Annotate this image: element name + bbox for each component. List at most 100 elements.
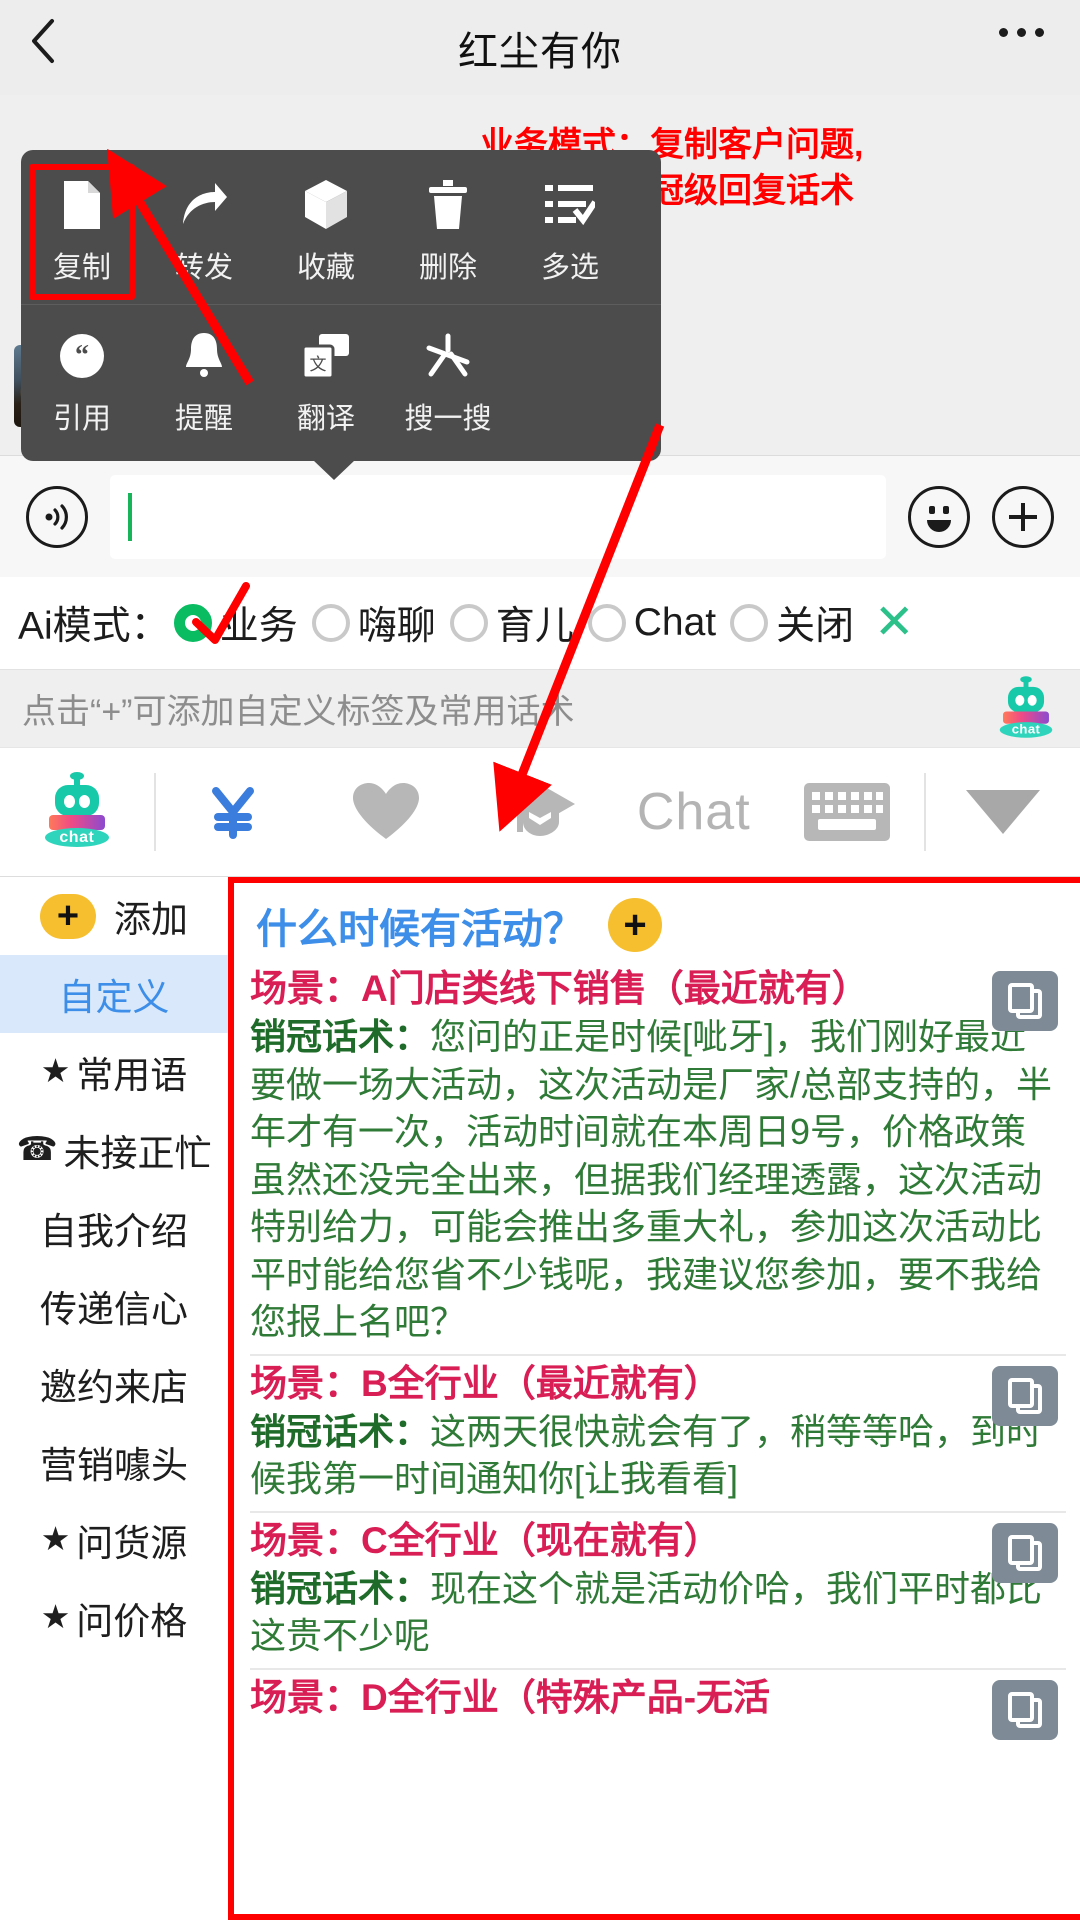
sidebar-item-confidence[interactable]: 传递信心 [0,1267,228,1345]
tool-chat-label[interactable]: Chat [617,748,771,876]
robot-chat-icon: chat [44,772,109,848]
sidebar-item-add[interactable]: + 添加 [0,877,228,955]
scene-head: 场景：A门店类线下销售（最近就有） [250,968,869,1009]
robot-chat-icon[interactable]: chat [999,675,1053,738]
voice-wave-icon[interactable] [26,485,88,548]
radio-button[interactable] [311,604,350,642]
plus-circle-yellow-icon: + [40,893,96,939]
ai-mode-option-label: Chat [633,601,717,644]
sidebar-item-common-phrases[interactable]: ★ 常用语 [0,1033,228,1111]
ai-mode-option-label: 业务 [219,605,298,648]
sidebar-item-label: 邀约来店 [40,1367,188,1408]
more-dots-icon[interactable] [999,28,1044,37]
ai-mode-option-chat-fun[interactable]: 嗨聊 [311,595,436,651]
scene-body-text: 您问的正是时候[呲牙]，我们刚好最近要做一场大活动，这次活动是厂家/总部支持的，… [250,1016,1053,1343]
forward-arrow-icon [179,178,229,232]
context-menu-item-multiselect[interactable]: 多选 [509,172,631,290]
scene-block-c: 场景：C全行业（现在就有） 销冠话术：现在这个就是活动价哈，我们平时都比这贵不少… [250,1510,1066,1668]
context-menu-label: 转发 [174,252,233,284]
context-menu-item-remind[interactable]: 提醒 [143,323,265,441]
context-menu-row-2: “ 引用 提醒 文 翻译 搜一搜 [21,304,661,441]
category-sidebar: + 添加 自定义 ★ 常用语 ☎ 未接正忙 自我介绍 传递信心 邀约来店 营销噱… [0,877,228,1920]
back-chevron-icon[interactable] [30,18,56,64]
context-menu-label: 提醒 [174,403,233,435]
chat-text-icon: Chat [636,783,751,841]
copy-pages-icon[interactable] [992,1522,1058,1583]
ai-mode-option-parenting[interactable]: 育儿 [449,595,574,651]
copy-pages-icon[interactable] [992,1365,1058,1426]
quote-icon: “ [58,329,106,383]
scene-body: 销冠话术：现在这个就是活动价哈，我们平时都比这贵不少呢 [250,1565,1066,1660]
yen-currency-icon [211,787,254,839]
ai-mode-option-label: 嗨聊 [357,605,436,648]
panel-title: 什么时候有活动？ [256,906,584,952]
sidebar-item-ask-supply[interactable]: ★ 问货源 [0,1501,228,1579]
context-menu-item-delete[interactable]: 删除 [387,172,509,290]
ai-mode-option-chat[interactable]: Chat [587,601,717,645]
scene-head: 场景：B全行业（最近就有） [250,1362,721,1404]
tool-robot-chat[interactable]: chat [0,748,154,876]
scene-body: 销冠话术：您问的正是时候[呲牙]，我们刚好最近要做一场大活动，这次活动是厂家/总… [250,1013,1066,1346]
star-icon: ★ [40,1597,71,1635]
context-menu-label: 复制 [52,252,111,284]
context-menu-item-favorite[interactable]: 收藏 [265,172,387,290]
scene-block-d: 场景：D全行业（特殊产品-无活 [250,1667,1066,1740]
message-context-menu[interactable]: 复制 转发 收藏 删除 多选 “ 引用 提醒 文 翻译 搜一搜 [21,150,661,480]
ai-mode-option-off[interactable]: 关闭 [730,595,854,651]
svg-text:文: 文 [310,355,327,374]
favorite-box-icon [303,178,349,232]
scene-head: 场景：D全行业（特殊产品-无活 [250,1676,771,1718]
copy-pages-icon[interactable] [992,1679,1058,1740]
bell-icon [182,329,226,383]
context-menu-item-search[interactable]: 搜一搜 [387,323,509,441]
tool-yen[interactable] [156,748,310,876]
tool-favorite[interactable] [309,748,463,876]
context-menu-item-translate[interactable]: 文 翻译 [265,323,387,441]
tool-collapse[interactable] [926,748,1080,876]
sidebar-item-marketing-hook[interactable]: 营销噱头 [0,1423,228,1501]
tool-keyboard[interactable] [771,748,925,876]
chat-input-bar [0,455,1080,577]
copy-pages-icon[interactable] [992,971,1058,1031]
ai-mode-row: Ai模式： 业务 嗨聊 育儿 Chat 关闭 ✕ [0,577,1080,669]
radio-button[interactable] [449,604,488,642]
scene-head: 场景：C全行业（现在就有） [250,1519,721,1561]
radio-button[interactable] [730,604,769,642]
page-title: 红尘有你 [458,29,622,74]
emoji-smile-icon[interactable] [908,485,970,548]
ai-mode-option-label: 育儿 [495,605,574,648]
close-x-icon[interactable]: ✕ [874,599,914,647]
sidebar-item-label: 自我介绍 [40,1211,188,1252]
sidebar-item-label: 自定义 [58,977,170,1018]
sidebar-item-label: 问价格 [76,1601,188,1642]
scene-body: 销冠话术：这两天很快就会有了，稍等等哈，到时候我第一时间通知你[让我看看] [250,1408,1066,1503]
plus-circle-yellow-icon[interactable]: + [608,898,662,952]
sidebar-item-custom[interactable]: 自定义 [0,955,228,1033]
radio-button[interactable] [587,604,626,642]
context-menu-label: 收藏 [296,252,355,284]
sidebar-item-label: 传递信心 [40,1289,188,1330]
ai-mode-option-business[interactable]: 业务 [173,595,298,651]
sidebar-item-missed-busy[interactable]: ☎ 未接正忙 [0,1111,228,1189]
context-menu-item-forward[interactable]: 转发 [143,172,265,290]
scene-block-b: 场景：B全行业（最近就有） 销冠话术：这两天很快就会有了，稍等等哈，到时候我第一… [250,1353,1066,1511]
multi-select-icon [545,178,595,232]
tool-education[interactable] [463,748,617,876]
sidebar-item-ask-price[interactable]: ★ 问价格 [0,1579,228,1657]
plus-circle-icon[interactable] [992,485,1054,548]
reply-suggestion-panel: 什么时候有活动？ + 场景：A门店类线下销售（最近就有） 销冠话术：您问的正是时… [228,877,1080,1920]
sidebar-item-label: 营销噱头 [40,1445,188,1486]
sidebar-item-self-intro[interactable]: 自我介绍 [0,1189,228,1267]
sidebar-item-invite-store[interactable]: 邀约来店 [0,1345,228,1423]
heart-icon [353,783,420,839]
scene-body-label: 销冠话术： [250,1567,431,1609]
ai-mode-label: Ai模式： [18,605,170,648]
sidebar-item-label: 问货源 [76,1523,188,1564]
bottom-section: + 添加 自定义 ★ 常用语 ☎ 未接正忙 自我介绍 传递信心 邀约来店 营销噱… [0,877,1080,1920]
context-menu-row-1: 复制 转发 收藏 删除 多选 [21,164,661,300]
graduation-cap-icon [505,784,576,836]
context-menu-item-copy[interactable]: 复制 [21,164,143,300]
radio-button[interactable] [173,604,212,642]
context-menu-item-quote[interactable]: “ 引用 [21,323,143,441]
message-input[interactable] [110,474,886,559]
